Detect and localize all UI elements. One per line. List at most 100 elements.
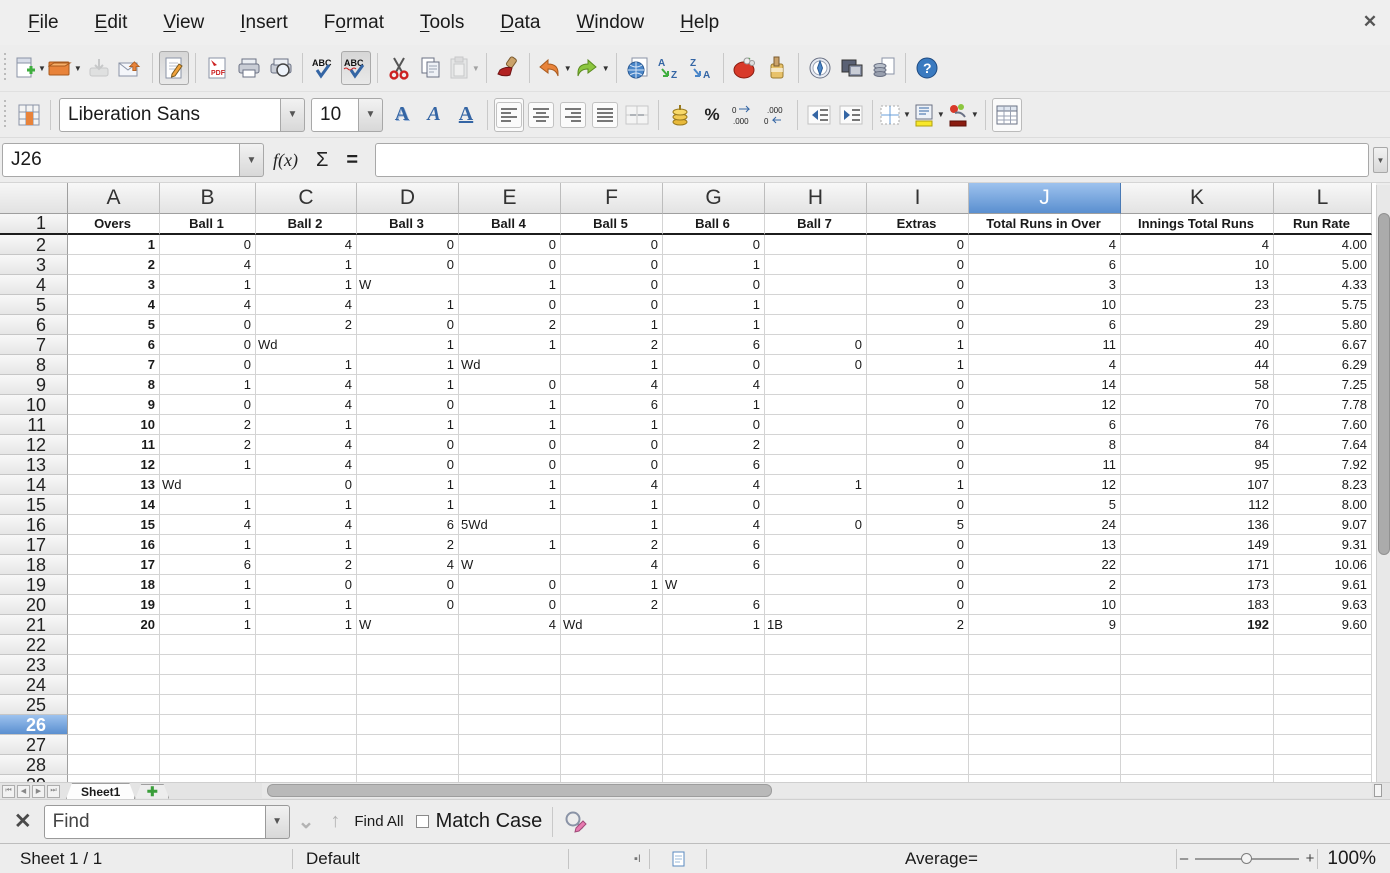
row-header-21[interactable]: 21	[0, 615, 68, 635]
cell-G7[interactable]: 6	[663, 335, 765, 355]
column-header-E[interactable]: E	[459, 183, 561, 214]
insert-chart-button[interactable]	[730, 51, 760, 85]
cell-H22[interactable]	[765, 635, 867, 655]
menu-item-help[interactable]: Help	[666, 6, 733, 40]
cell-F1[interactable]: Ball 5	[561, 214, 663, 235]
cell-J15[interactable]: 5	[969, 495, 1121, 515]
cell-A24[interactable]	[68, 675, 160, 695]
cell-H9[interactable]	[765, 375, 867, 395]
column-header-A[interactable]: A	[68, 183, 160, 214]
print-preview-button[interactable]	[266, 51, 296, 85]
cell-I12[interactable]: 0	[867, 435, 969, 455]
toolbar-grip[interactable]	[2, 100, 10, 130]
menu-item-data[interactable]: Data	[486, 6, 554, 40]
cell-H5[interactable]	[765, 295, 867, 315]
row-header-2[interactable]: 2	[0, 235, 68, 255]
cell-D21[interactable]: W	[357, 615, 459, 635]
cell-B24[interactable]	[160, 675, 256, 695]
cell-B27[interactable]	[160, 735, 256, 755]
cell-E29[interactable]	[459, 775, 561, 782]
cell-F29[interactable]	[561, 775, 663, 782]
new-document-dropdown[interactable]: ▼	[38, 64, 46, 73]
align-center-button[interactable]	[526, 98, 556, 132]
cell-F25[interactable]	[561, 695, 663, 715]
find-all-button[interactable]: Find All	[354, 813, 403, 830]
name-box[interactable]: J26	[2, 143, 240, 177]
cell-B19[interactable]: 1	[160, 575, 256, 595]
cell-L5[interactable]: 5.75	[1274, 295, 1372, 315]
cell-E13[interactable]: 0	[459, 455, 561, 475]
cell-D15[interactable]: 1	[357, 495, 459, 515]
cell-L2[interactable]: 4.00	[1274, 235, 1372, 255]
cell-E23[interactable]	[459, 655, 561, 675]
row-header-7[interactable]: 7	[0, 335, 68, 355]
navigator-button[interactable]	[805, 51, 835, 85]
page-style-status[interactable]: Default	[293, 849, 568, 869]
cell-I22[interactable]	[867, 635, 969, 655]
cell-E6[interactable]: 2	[459, 315, 561, 335]
cell-F23[interactable]	[561, 655, 663, 675]
cell-K8[interactable]: 44	[1121, 355, 1274, 375]
column-header-L[interactable]: L	[1274, 183, 1372, 214]
cell-I4[interactable]: 0	[867, 275, 969, 295]
cell-D18[interactable]: 4	[357, 555, 459, 575]
currency-button[interactable]	[665, 98, 695, 132]
cell-E14[interactable]: 1	[459, 475, 561, 495]
cell-L7[interactable]: 6.67	[1274, 335, 1372, 355]
row-header-14[interactable]: 14	[0, 475, 68, 495]
cell-B25[interactable]	[160, 695, 256, 715]
cell-C3[interactable]: 1	[256, 255, 357, 275]
cell-C27[interactable]	[256, 735, 357, 755]
cell-B14[interactable]: Wd	[160, 475, 256, 495]
cell-D13[interactable]: 0	[357, 455, 459, 475]
cell-C4[interactable]: 1	[256, 275, 357, 295]
cell-L20[interactable]: 9.63	[1274, 595, 1372, 615]
help-button[interactable]: ?	[912, 51, 942, 85]
cell-A13[interactable]: 12	[68, 455, 160, 475]
cell-A6[interactable]: 5	[68, 315, 160, 335]
cell-B20[interactable]: 1	[160, 595, 256, 615]
row-header-13[interactable]: 13	[0, 455, 68, 475]
cell-G4[interactable]: 0	[663, 275, 765, 295]
row-header-18[interactable]: 18	[0, 555, 68, 575]
cell-D14[interactable]: 1	[357, 475, 459, 495]
cell-C22[interactable]	[256, 635, 357, 655]
cell-E15[interactable]: 1	[459, 495, 561, 515]
cell-D16[interactable]: 6	[357, 515, 459, 535]
draw-functions-button[interactable]	[762, 51, 792, 85]
column-header-G[interactable]: G	[663, 183, 765, 214]
cell-I21[interactable]: 2	[867, 615, 969, 635]
cell-B15[interactable]: 1	[160, 495, 256, 515]
cell-B22[interactable]	[160, 635, 256, 655]
zoom-in-icon[interactable]: +	[1303, 850, 1317, 867]
cell-I18[interactable]: 0	[867, 555, 969, 575]
cell-C25[interactable]	[256, 695, 357, 715]
cell-A3[interactable]: 2	[68, 255, 160, 275]
cell-L3[interactable]: 5.00	[1274, 255, 1372, 275]
sum-icon[interactable]: Σ	[316, 149, 328, 172]
row-header-20[interactable]: 20	[0, 595, 68, 615]
cell-K21[interactable]: 192	[1121, 615, 1274, 635]
cell-D4[interactable]: W	[357, 275, 459, 295]
row-header-28[interactable]: 28	[0, 755, 68, 775]
spelling-button[interactable]: ABC	[309, 51, 339, 85]
column-header-H[interactable]: H	[765, 183, 867, 214]
cell-J12[interactable]: 8	[969, 435, 1121, 455]
cell-K12[interactable]: 84	[1121, 435, 1274, 455]
add-decimal-button[interactable]: 0.000	[729, 98, 759, 132]
cell-A10[interactable]: 9	[68, 395, 160, 415]
cell-C13[interactable]: 4	[256, 455, 357, 475]
undo-dropdown[interactable]: ▼	[564, 64, 572, 73]
cell-E27[interactable]	[459, 735, 561, 755]
cell-A2[interactable]: 1	[68, 235, 160, 255]
cell-E4[interactable]: 1	[459, 275, 561, 295]
cell-E16[interactable]: 5Wd	[459, 515, 561, 535]
first-sheet-icon[interactable]: ⏮	[2, 785, 15, 798]
cell-C28[interactable]	[256, 755, 357, 775]
cell-F27[interactable]	[561, 735, 663, 755]
cell-C24[interactable]	[256, 675, 357, 695]
row-header-29[interactable]: 29	[0, 775, 68, 782]
cell-E21[interactable]: 4	[459, 615, 561, 635]
sort-ascending-button[interactable]: AZ	[655, 51, 685, 85]
cell-H1[interactable]: Ball 7	[765, 214, 867, 235]
